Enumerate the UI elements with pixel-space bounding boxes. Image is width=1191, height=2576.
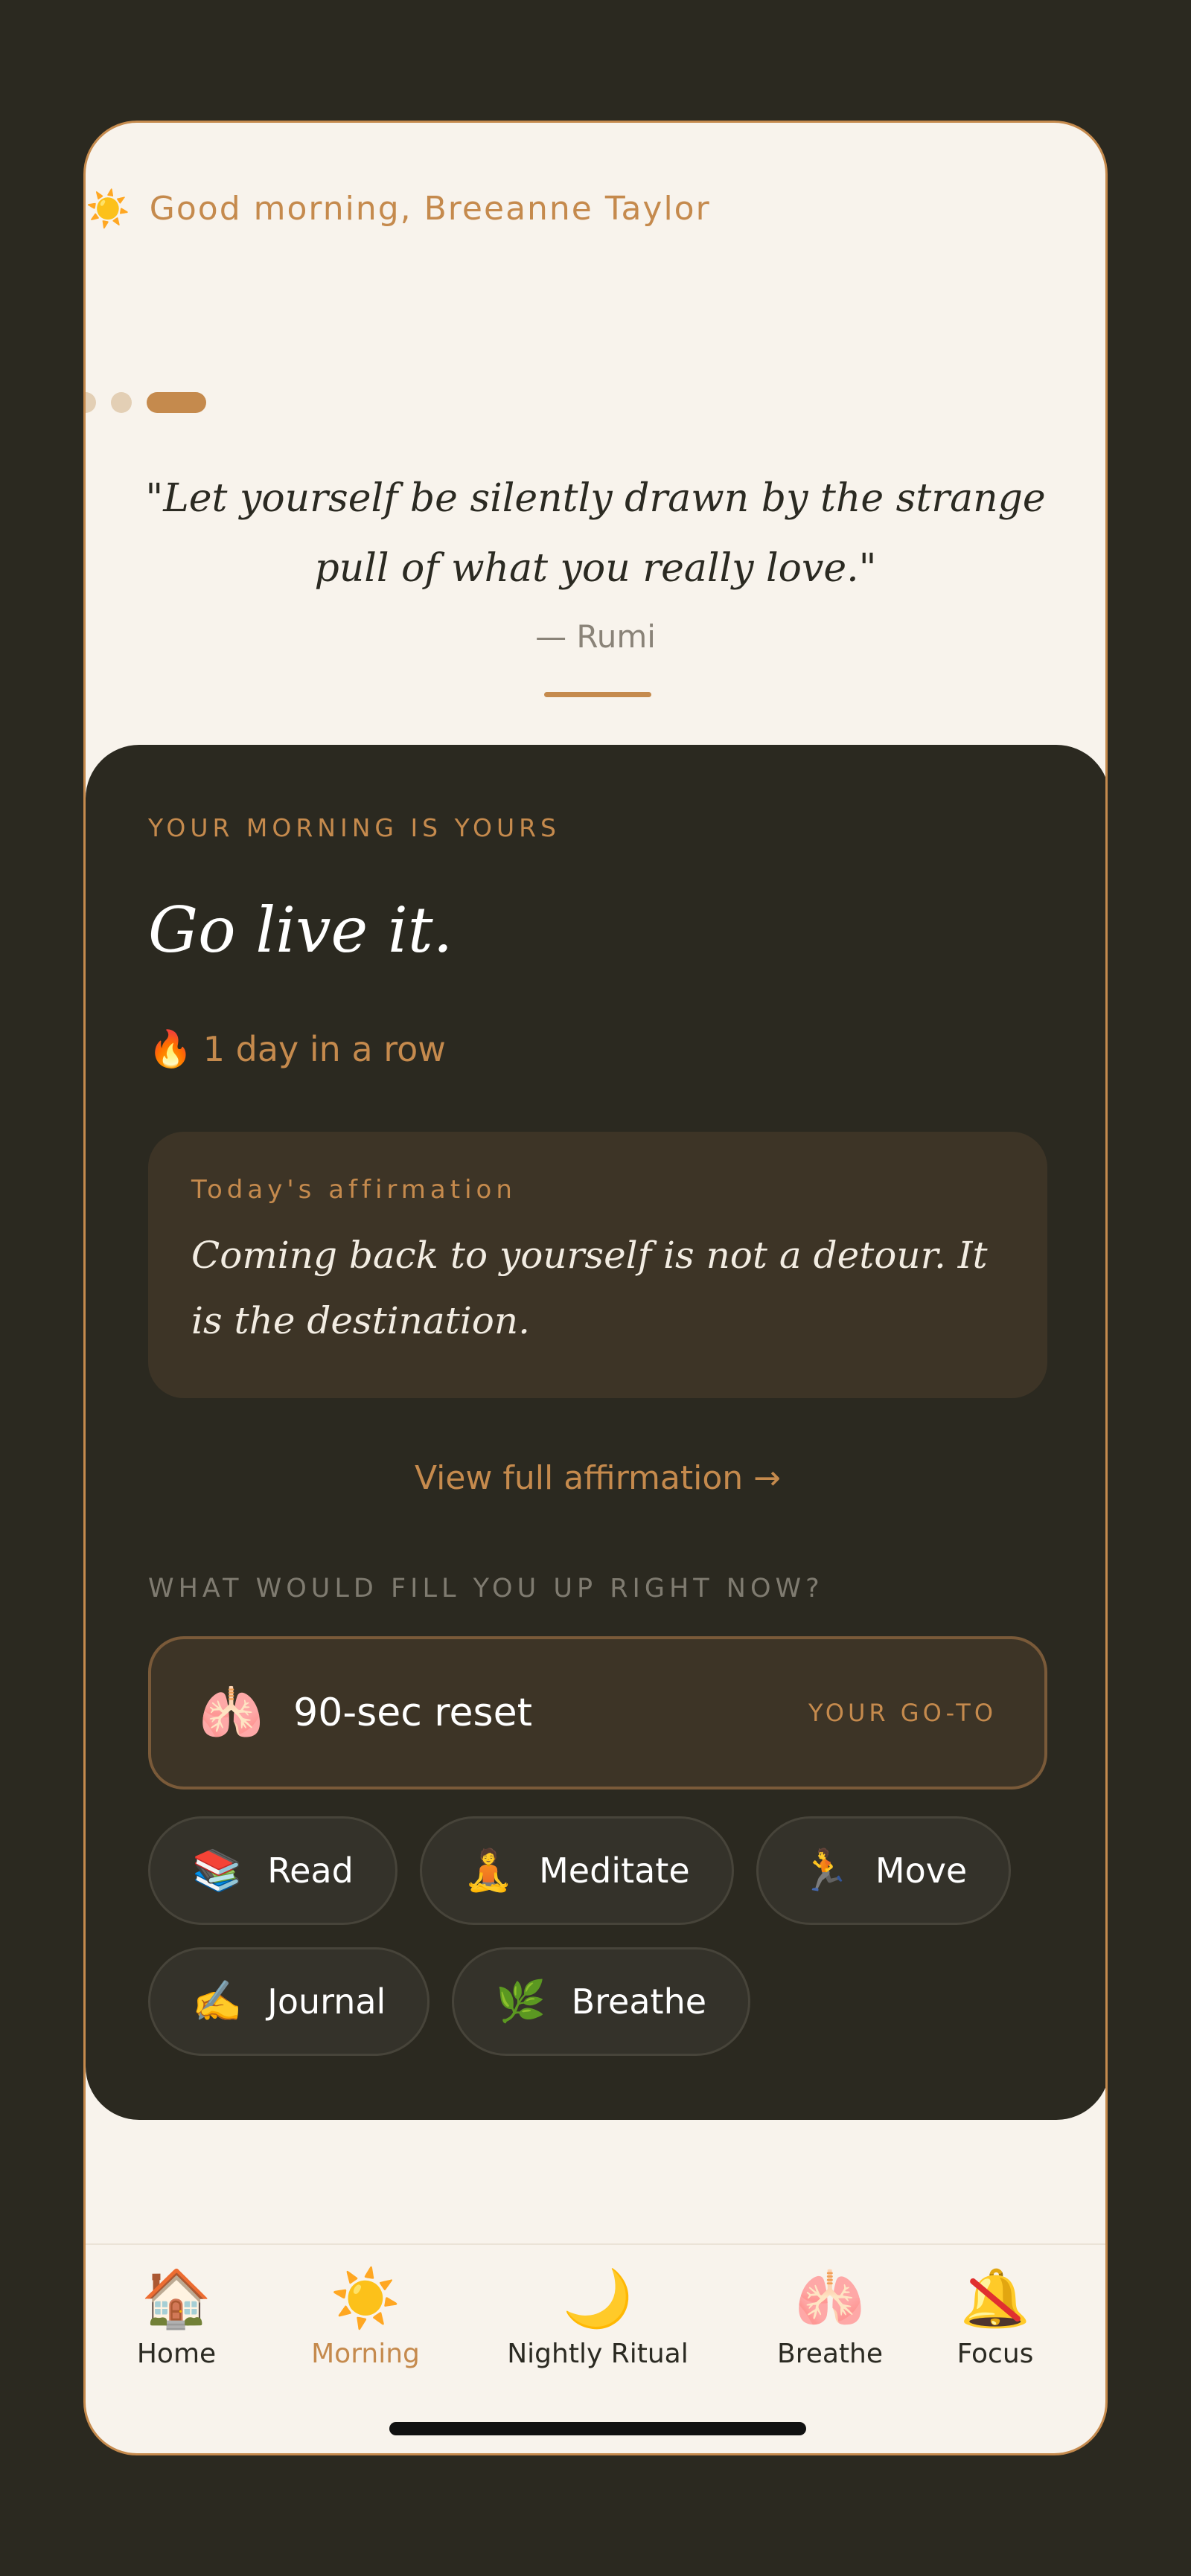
- home-indicator[interactable]: [389, 2422, 806, 2435]
- option-move-button[interactable]: 🏃 Move: [756, 1816, 1012, 1925]
- carousel-dots[interactable]: [86, 392, 221, 413]
- quote-divider: [544, 692, 651, 697]
- go-to-badge: YOUR GO-TO: [808, 1699, 997, 1727]
- streak-text: 1 day in a row: [202, 1028, 446, 1069]
- nav-focus[interactable]: 🔔 Focus: [884, 2263, 1105, 2369]
- nav-label: Home: [136, 2339, 217, 2369]
- option-label: Breathe: [571, 1981, 707, 2022]
- lungs-icon: 🫁: [794, 2265, 866, 2331]
- house-icon: 🏠: [141, 2265, 212, 2331]
- bell-muted-icon: 🔔: [960, 2263, 1031, 2334]
- sun-icon: ☀️: [330, 2265, 401, 2331]
- go-to-label: 90-sec reset: [293, 1691, 533, 1735]
- carousel-dot-active[interactable]: [147, 392, 206, 413]
- phone-frame: ☀️ Good morning, Breeanne Taylor "Let yo…: [83, 121, 1108, 2455]
- sun-icon: ☀️: [86, 188, 132, 230]
- card-headline: Go live it.: [148, 894, 453, 967]
- activity-options: 📚 Read 🧘 Meditate 🏃 Move ✍️ Journal 🌿 Br…: [148, 1816, 1056, 2078]
- option-label: Move: [875, 1851, 968, 1891]
- herb-icon: 🌿: [496, 1978, 546, 2025]
- lungs-icon: 🫁: [199, 1682, 264, 1743]
- affirmation-text: Coming back to yourself is not a detour.…: [191, 1234, 988, 1342]
- affirmation-box: Today's affirmation Coming back to yours…: [148, 1132, 1047, 1398]
- option-breathe-button[interactable]: 🌿 Breathe: [452, 1947, 751, 2056]
- moon-icon: 🌙: [562, 2265, 633, 2331]
- carousel-dot[interactable]: [86, 392, 96, 413]
- writing-hand-icon: ✍️: [192, 1978, 243, 2025]
- morning-card: YOUR MORNING IS YOURS Go live it. 🔥 1 da…: [86, 745, 1105, 2120]
- section-label: WHAT WOULD FILL YOU UP RIGHT NOW?: [148, 1574, 824, 1603]
- option-journal-button[interactable]: ✍️ Journal: [148, 1947, 430, 2056]
- option-label: Read: [267, 1851, 354, 1891]
- quote-text: "Let yourself be silently drawn by the s…: [145, 476, 1046, 591]
- option-label: Meditate: [539, 1851, 690, 1891]
- nav-label: Breathe: [777, 2339, 883, 2369]
- affirmation-label: Today's affirmation: [191, 1175, 517, 1205]
- runner-icon: 🏃: [799, 1847, 850, 1894]
- nav-morning[interactable]: ☀️ Morning: [254, 2263, 477, 2369]
- nav-label: Morning: [311, 2339, 420, 2369]
- quote-author: — Rumi: [535, 618, 656, 655]
- meditation-icon: 🧘: [463, 1847, 514, 1894]
- option-meditate-button[interactable]: 🧘 Meditate: [419, 1816, 734, 1925]
- greeting: ☀️ Good morning, Breeanne Taylor: [86, 182, 711, 234]
- carousel-dot[interactable]: [111, 392, 132, 413]
- view-full-affirmation-link[interactable]: View full affirmation →: [86, 1459, 1105, 1497]
- card-eyebrow: YOUR MORNING IS YOURS: [148, 813, 561, 842]
- nav-nightly-ritual[interactable]: 🌙 Nightly Ritual: [486, 2263, 709, 2369]
- nav-label: Focus: [957, 2339, 1034, 2369]
- option-read-button[interactable]: 📚 Read: [148, 1816, 397, 1925]
- option-label: Journal: [267, 1981, 386, 2022]
- nav-label: Nightly Ritual: [507, 2339, 689, 2369]
- books-icon: 📚: [192, 1847, 243, 1894]
- go-to-reset-button[interactable]: 🫁 90-sec reset YOUR GO-TO: [148, 1636, 1047, 1790]
- streak-counter: 🔥 1 day in a row: [148, 1028, 446, 1070]
- greeting-text: Good morning, Breeanne Taylor: [149, 189, 711, 228]
- fire-icon: 🔥: [148, 1028, 193, 1070]
